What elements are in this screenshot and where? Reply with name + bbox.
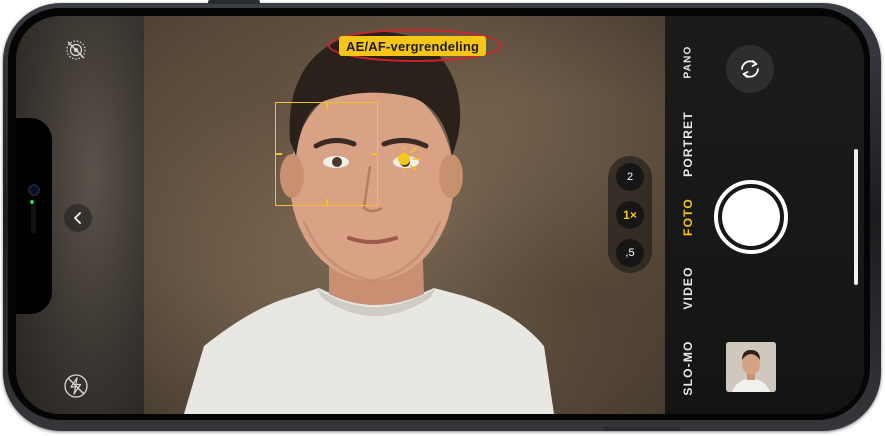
mode-slo-mo[interactable]: SLO-MO [681, 340, 695, 395]
ae-af-lock-badge: AE/AF-vergrendeling [339, 36, 487, 56]
zoom-1x-button[interactable]: 1× [616, 201, 644, 229]
zoom-2x-button[interactable]: 2 [616, 163, 644, 191]
exposure-sun-icon[interactable] [396, 146, 422, 172]
viewfinder[interactable]: AE/AF-vergrendeling 2 1× ,5 [144, 16, 665, 414]
mode-foto[interactable]: FOTO [681, 198, 695, 236]
mode-pano[interactable]: PANO [683, 46, 694, 79]
mode-portret[interactable]: PORTRET [681, 111, 695, 177]
shutter-button[interactable] [714, 180, 788, 254]
focus-box[interactable] [275, 102, 378, 206]
zoom-05x-button[interactable]: ,5 [616, 239, 644, 267]
camera-rotate-icon[interactable] [726, 45, 774, 93]
focus-tick-right [371, 153, 377, 155]
scroll-indicator [854, 149, 858, 285]
flash-off-icon[interactable] [62, 372, 90, 400]
focus-tick-left [276, 153, 282, 155]
power-button [603, 427, 681, 431]
mode-video[interactable]: VIDEO [681, 266, 695, 309]
chevron-left-icon[interactable] [64, 204, 92, 232]
shutter-inner [722, 188, 780, 246]
subject-portrait [184, 31, 554, 414]
earpiece [31, 204, 36, 234]
camera-screen: AE/AF-vergrendeling 2 1× ,5 PANO PORTRET… [16, 16, 864, 414]
last-photo-thumbnail[interactable] [726, 342, 776, 392]
mode-selector: PANO PORTRET FOTO VIDEO SLO-MO [667, 16, 709, 414]
focus-tick-top [326, 103, 328, 109]
front-camera [28, 184, 40, 196]
live-photo-off-icon[interactable] [62, 36, 90, 64]
zoom-selector: 2 1× ,5 [608, 156, 652, 273]
focus-tick-bottom [326, 199, 328, 205]
dynamic-notch [16, 118, 52, 314]
volume-button [208, 0, 260, 4]
